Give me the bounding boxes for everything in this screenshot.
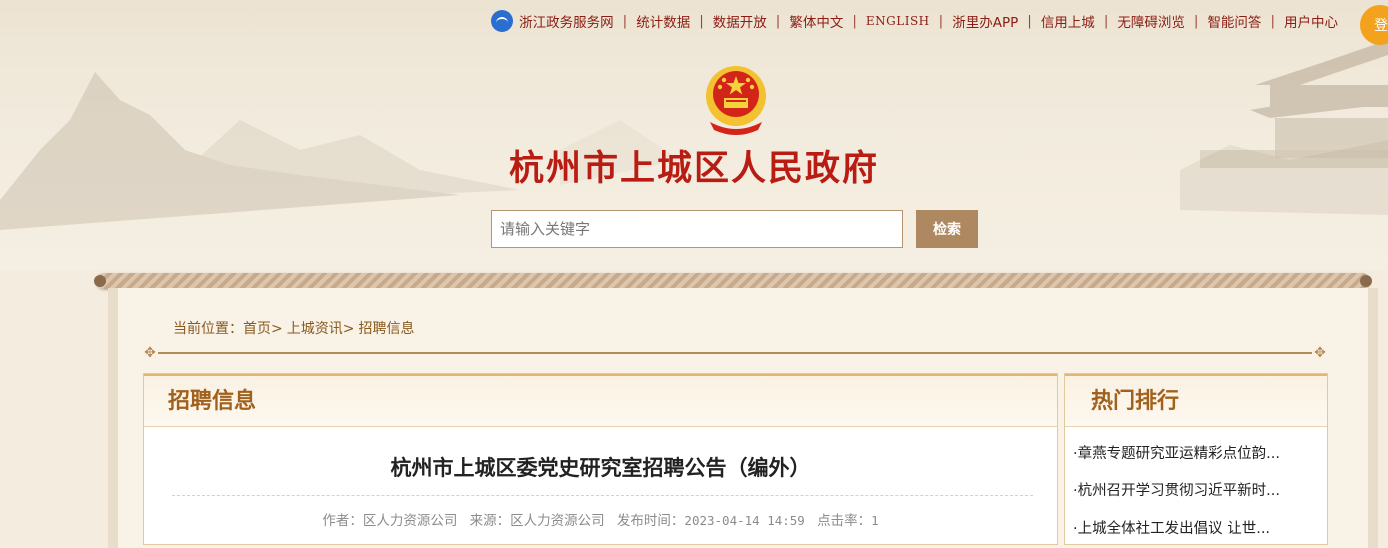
separator: | bbox=[938, 13, 944, 29]
national-emblem-icon bbox=[706, 66, 766, 135]
topbar-traditional-chinese-link[interactable]: 繁体中文 bbox=[789, 11, 843, 31]
separator: | bbox=[1103, 13, 1109, 29]
hot-ranking-title: 热门排行 bbox=[1091, 389, 1180, 414]
panel-header: 招聘信息 bbox=[144, 374, 1057, 427]
zhejiang-gov-logo-icon bbox=[491, 10, 514, 32]
hot-list-item[interactable]: ·杭州召开学习贯彻习近平新时... bbox=[1073, 479, 1313, 500]
breadcrumb-news-link[interactable]: 上城资讯 bbox=[287, 321, 343, 337]
topbar-accessibility-link[interactable]: 无障碍浏览 bbox=[1117, 11, 1185, 31]
panel-header: 热门排行 bbox=[1065, 374, 1327, 427]
clicks-label: 点击率： bbox=[817, 513, 872, 529]
topbar-user-center-link[interactable]: 用户中心 bbox=[1284, 11, 1338, 31]
search-input[interactable] bbox=[491, 210, 903, 248]
breadcrumb: 当前位置：首页> 上城资讯> 招聘信息 bbox=[173, 318, 414, 338]
divider-line bbox=[158, 352, 1312, 354]
breadcrumb-separator: > bbox=[271, 321, 283, 337]
article-meta: 作者：区人力资源公司 来源：区人力资源公司 发布时间：2023-04-14 14… bbox=[144, 509, 1057, 529]
separator: | bbox=[1270, 13, 1275, 29]
topbar-link-label: 浙江政务服务网 bbox=[519, 15, 614, 31]
date-label: 发布时间： bbox=[616, 513, 685, 529]
search-button[interactable]: 检索 bbox=[916, 210, 978, 248]
source-value: 区人力资源公司 bbox=[510, 513, 605, 529]
separator: | bbox=[622, 13, 628, 29]
topbar-statistics-link[interactable]: 统计数据 bbox=[636, 11, 690, 31]
ornament-icon: ✥ bbox=[1314, 345, 1326, 361]
breadcrumb-separator: > bbox=[342, 321, 355, 337]
article-title: 杭州市上城区委党史研究室招聘公告（编外） bbox=[390, 456, 811, 480]
section-title: 招聘信息 bbox=[168, 389, 257, 414]
click-count: 1 bbox=[871, 513, 879, 528]
source-label: 来源： bbox=[469, 513, 511, 529]
topbar-open-data-link[interactable]: 数据开放 bbox=[713, 11, 767, 31]
breadcrumb-home-link[interactable]: 首页 bbox=[243, 321, 271, 337]
author-value: 区人力资源公司 bbox=[362, 513, 458, 529]
topbar-smart-qa-link[interactable]: 智能问答 bbox=[1207, 11, 1261, 31]
title-divider bbox=[172, 495, 1033, 497]
topbar-zjzwfw-link[interactable]: 浙江政务服务网 bbox=[491, 10, 614, 32]
author-label: 作者： bbox=[322, 513, 363, 529]
separator: | bbox=[1027, 13, 1032, 29]
separator: | bbox=[1193, 13, 1199, 29]
ornamental-divider: ✥ ✥ bbox=[144, 345, 1326, 361]
breadcrumb-prefix: 当前位置： bbox=[173, 321, 243, 337]
topbar-credit-link[interactable]: 信用上城 bbox=[1041, 11, 1095, 31]
publish-date: 2023-04-14 14:59 bbox=[684, 513, 805, 528]
scroll-rod-decoration bbox=[94, 273, 1372, 289]
separator: | bbox=[775, 13, 781, 29]
topbar-english-link[interactable]: ENGLISH bbox=[866, 14, 930, 28]
breadcrumb-recruitment-link[interactable]: 招聘信息 bbox=[358, 321, 414, 337]
separator: | bbox=[852, 13, 857, 29]
hot-ranking-panel: 热门排行 ·章燕专题研究亚运精彩点位韵... ·杭州召开学习贯彻习近平新时...… bbox=[1064, 373, 1328, 545]
header-banner: 浙江政务服务网 | 统计数据 | 数据开放 | 繁体中文 | ENGLISH |… bbox=[0, 0, 1388, 270]
hot-list-item[interactable]: ·章燕专题研究亚运精彩点位韵... bbox=[1073, 442, 1313, 463]
separator: | bbox=[699, 13, 704, 29]
topbar-zlb-app-link[interactable]: 浙里办APP bbox=[952, 11, 1018, 31]
site-title: 杭州市上城区人民政府 bbox=[508, 148, 879, 189]
ornament-icon: ✥ bbox=[144, 345, 156, 361]
article-panel: 招聘信息 杭州市上城区委党史研究室招聘公告（编外） 作者：区人力资源公司 来源：… bbox=[143, 373, 1058, 545]
top-utility-bar: 浙江政务服务网 | 统计数据 | 数据开放 | 繁体中文 | ENGLISH |… bbox=[491, 10, 1338, 32]
